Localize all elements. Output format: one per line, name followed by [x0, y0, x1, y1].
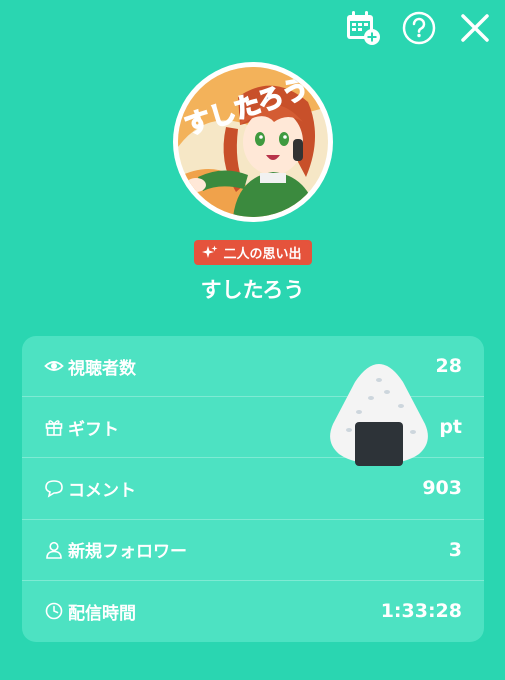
stat-value: 28: [435, 355, 462, 378]
top-bar: [343, 8, 495, 48]
gift-icon: [44, 417, 64, 437]
stat-label: 配信時間: [68, 603, 136, 624]
calendar-add-button[interactable]: [343, 8, 383, 48]
stat-row-new-followers: 新規フォロワー 3: [22, 520, 484, 581]
stat-row-stream-time: 配信時間 1:33:28: [22, 581, 484, 642]
onigiri-sticker: [325, 358, 433, 466]
stat-value: pt: [439, 416, 462, 439]
avatar-image: すしたろう: [178, 67, 328, 217]
eye-icon: [44, 356, 64, 376]
stat-label: ギフト: [68, 419, 119, 440]
stat-value: 903: [422, 477, 462, 500]
stat-label: 視聴者数: [68, 358, 136, 379]
sparkle-icon: [201, 245, 217, 258]
help-icon: [402, 11, 436, 45]
username: すしたろう: [200, 278, 305, 302]
help-button[interactable]: [399, 8, 439, 48]
close-icon: [461, 14, 489, 42]
clock-icon: [44, 601, 64, 621]
close-button[interactable]: [455, 8, 495, 48]
comment-icon: [44, 478, 64, 499]
avatar: すしたろう: [173, 62, 333, 222]
memory-badge: 二人の思い出: [193, 240, 312, 265]
onigiri-icon: [330, 364, 428, 466]
person-icon: [44, 540, 64, 560]
stat-label: コメント: [68, 480, 136, 501]
stat-value: 3: [448, 538, 462, 561]
stat-value: 1:33:28: [380, 600, 462, 623]
stat-label: 新規フォロワー: [68, 542, 187, 563]
calendar-add-icon: [347, 11, 380, 45]
badge-label: 二人の思い出: [223, 247, 302, 262]
stat-row-comments: コメント 903: [22, 458, 484, 520]
